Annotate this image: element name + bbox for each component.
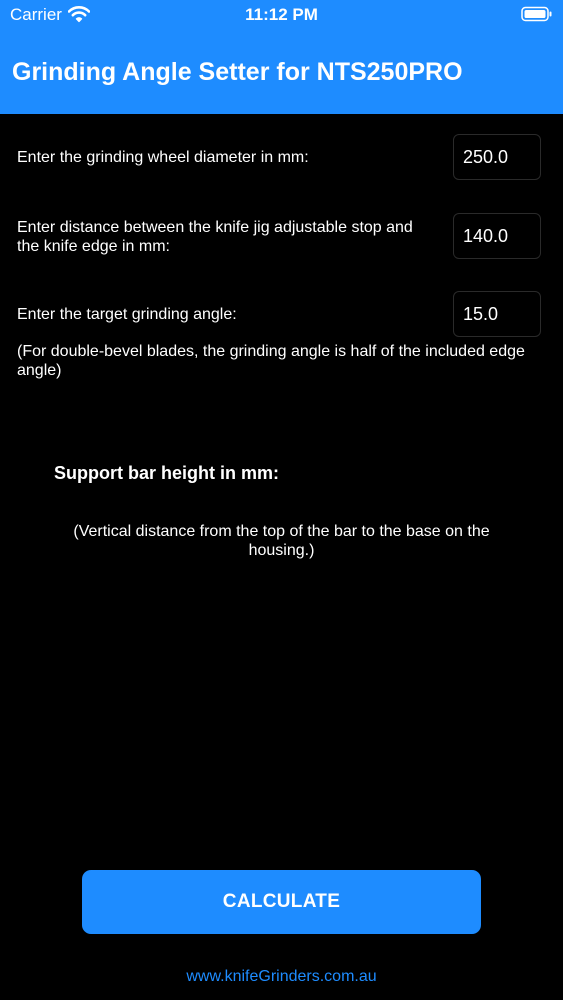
angle-note: (For double-bevel blades, the grinding a… bbox=[17, 343, 525, 379]
result-heading: Support bar height in mm: bbox=[54, 463, 279, 483]
calculate-button[interactable]: CALCULATE bbox=[82, 870, 481, 934]
wheel-diameter-label: Enter the grinding wheel diameter in mm: bbox=[17, 149, 309, 166]
battery-icon bbox=[521, 6, 552, 22]
wheel-diameter-input[interactable] bbox=[453, 134, 541, 180]
page-title: Grinding Angle Setter for NTS250PRO bbox=[12, 58, 463, 86]
app-screen: Carrier 11:12 PM Grinding Angle Setter f… bbox=[0, 0, 563, 1000]
target-angle-input[interactable] bbox=[453, 291, 541, 337]
status-time: 11:12 PM bbox=[245, 5, 318, 24]
website-link[interactable]: www.knifeGrinders.com.au bbox=[0, 967, 563, 987]
app-header: Grinding Angle Setter for NTS250PRO bbox=[0, 28, 563, 114]
stop-distance-label: Enter distance between the knife jig adj… bbox=[17, 219, 413, 255]
stop-distance-input[interactable] bbox=[453, 213, 541, 259]
status-bar: Carrier 11:12 PM bbox=[0, 0, 563, 28]
target-angle-label: Enter the target grinding angle: bbox=[17, 306, 237, 323]
result-note: (Vertical distance from the top of the b… bbox=[73, 523, 490, 559]
